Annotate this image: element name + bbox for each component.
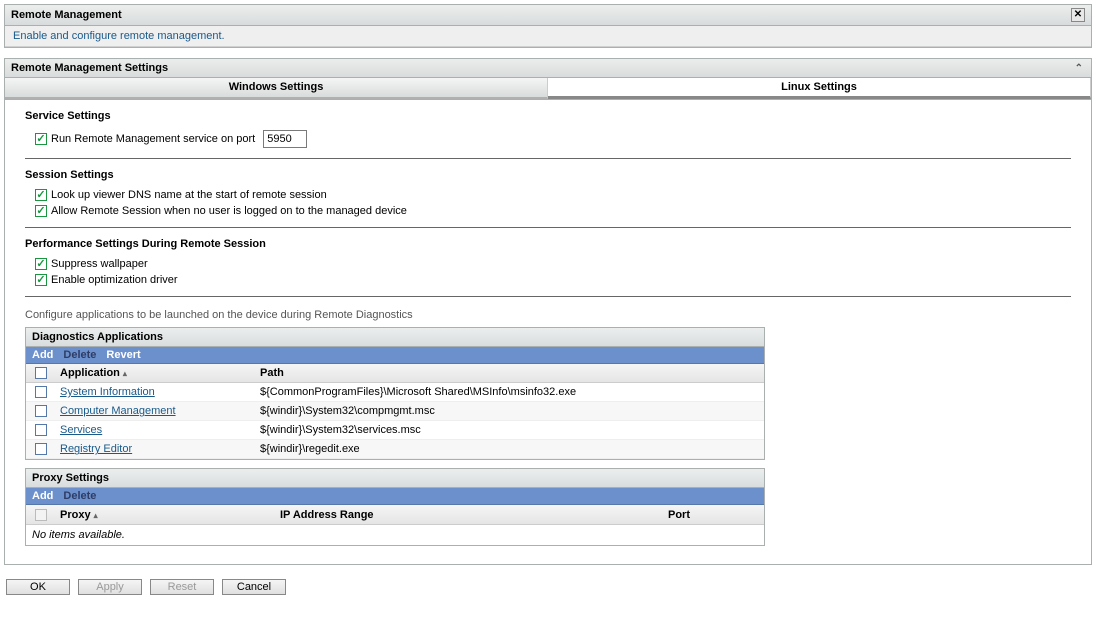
panel-title: Remote Management — [11, 9, 122, 21]
proxy-add-button[interactable]: Add — [32, 490, 53, 502]
lookup-dns-label: Look up viewer DNS name at the start of … — [51, 189, 327, 201]
suppress-wallpaper-checkbox[interactable]: ✓ — [35, 258, 47, 270]
cancel-button[interactable]: Cancel — [222, 579, 286, 595]
diag-add-button[interactable]: Add — [32, 349, 53, 361]
settings-header: Remote Management Settings ⌃ — [5, 59, 1091, 78]
panel-description: Enable and configure remote management. — [5, 26, 1091, 47]
diagnostics-grid-header: Application▴ Path — [26, 364, 764, 383]
remote-management-header: Remote Management ✕ — [5, 5, 1091, 26]
optimization-driver-checkbox[interactable]: ✓ — [35, 274, 47, 286]
sort-icon: ▴ — [123, 369, 127, 378]
tab-linux-settings[interactable]: Linux Settings — [548, 78, 1091, 99]
diagnostics-description: Configure applications to be launched on… — [25, 307, 1071, 327]
reset-button[interactable]: Reset — [150, 579, 214, 595]
col-application[interactable]: Application — [60, 367, 120, 379]
remote-management-settings-panel: Remote Management Settings ⌃ Windows Set… — [4, 58, 1092, 565]
proxy-settings-panel: Proxy Settings Add Delete Proxy▴ IP Addr… — [25, 468, 765, 545]
col-port[interactable]: Port — [664, 506, 764, 524]
application-link[interactable]: Registry Editor — [60, 443, 132, 455]
proxy-panel-title: Proxy Settings — [26, 469, 764, 488]
suppress-wallpaper-label: Suppress wallpaper — [51, 258, 148, 270]
performance-settings-heading: Performance Settings During Remote Sessi… — [25, 238, 1071, 250]
session-settings-heading: Session Settings — [25, 169, 1071, 181]
proxy-action-bar: Add Delete — [26, 488, 764, 505]
settings-title: Remote Management Settings — [11, 62, 168, 74]
run-service-checkbox[interactable]: ✓ — [35, 133, 47, 145]
table-row: System Information ${CommonProgramFiles}\… — [26, 383, 764, 402]
os-tabs: Windows Settings Linux Settings — [5, 78, 1091, 100]
col-proxy[interactable]: Proxy — [60, 509, 91, 521]
application-link[interactable]: System Information — [60, 386, 155, 398]
proxy-grid-header: Proxy▴ IP Address Range Port — [26, 505, 764, 524]
optimization-driver-label: Enable optimization driver — [51, 274, 178, 286]
proxy-select-all-checkbox[interactable] — [35, 509, 47, 521]
application-path: ${windir}\System32\compmgmt.msc — [256, 402, 764, 420]
application-path: ${windir}\System32\services.msc — [256, 421, 764, 439]
proxy-empty-message: No items available. — [26, 525, 764, 545]
settings-content: Service Settings ✓ Run Remote Management… — [5, 100, 1091, 564]
diagnostics-panel-title: Diagnostics Applications — [26, 328, 764, 347]
service-port-input[interactable] — [263, 130, 307, 148]
application-path: ${CommonProgramFiles}\Microsoft Shared\M… — [256, 383, 764, 401]
ok-button[interactable]: OK — [6, 579, 70, 595]
service-settings-heading: Service Settings — [25, 110, 1071, 122]
diag-delete-button[interactable]: Delete — [63, 349, 96, 361]
tab-windows-settings[interactable]: Windows Settings — [5, 78, 548, 99]
collapse-icon[interactable]: ⌃ — [1073, 63, 1085, 74]
dialog-button-row: OK Apply Reset Cancel — [4, 575, 1092, 599]
sort-icon: ▴ — [94, 511, 98, 520]
col-path[interactable]: Path — [256, 364, 764, 382]
lookup-dns-checkbox[interactable]: ✓ — [35, 189, 47, 201]
service-settings-section: Service Settings ✓ Run Remote Management… — [25, 110, 1071, 159]
close-icon[interactable]: ✕ — [1071, 8, 1085, 22]
application-link[interactable]: Services — [60, 424, 102, 436]
col-ip-range[interactable]: IP Address Range — [276, 506, 664, 524]
table-row: Computer Management ${windir}\System32\co… — [26, 402, 764, 421]
diag-select-all-checkbox[interactable] — [35, 367, 47, 379]
proxy-delete-button[interactable]: Delete — [63, 490, 96, 502]
session-settings-section: Session Settings ✓ Look up viewer DNS na… — [25, 169, 1071, 228]
application-link[interactable]: Computer Management — [60, 405, 176, 417]
application-path: ${windir}\regedit.exe — [256, 440, 764, 458]
row-checkbox[interactable] — [35, 386, 47, 398]
run-service-label: Run Remote Management service on port — [51, 133, 255, 145]
row-checkbox[interactable] — [35, 443, 47, 455]
allow-session-checkbox[interactable]: ✓ — [35, 205, 47, 217]
row-checkbox[interactable] — [35, 424, 47, 436]
diagnostics-applications-panel: Diagnostics Applications Add Delete Reve… — [25, 327, 765, 460]
remote-management-panel: Remote Management ✕ Enable and configure… — [4, 4, 1092, 48]
row-checkbox[interactable] — [35, 405, 47, 417]
table-row: Registry Editor ${windir}\regedit.exe — [26, 440, 764, 459]
apply-button[interactable]: Apply — [78, 579, 142, 595]
diagnostics-action-bar: Add Delete Revert — [26, 347, 764, 364]
allow-session-label: Allow Remote Session when no user is log… — [51, 205, 407, 217]
performance-settings-section: Performance Settings During Remote Sessi… — [25, 238, 1071, 297]
table-row: Services ${windir}\System32\services.msc — [26, 421, 764, 440]
diag-revert-button[interactable]: Revert — [106, 349, 140, 361]
